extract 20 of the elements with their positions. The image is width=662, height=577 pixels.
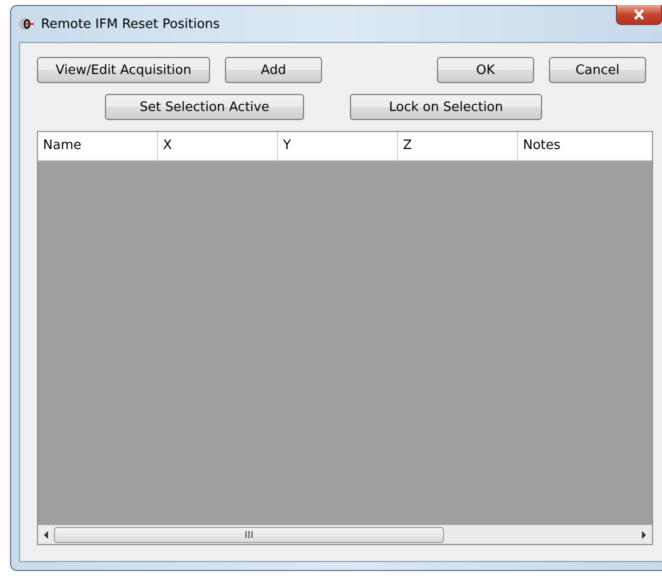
dialog-button[interactable]: Lock on Selection xyxy=(350,94,542,120)
column-header[interactable]: Notes xyxy=(518,132,652,161)
window-title: Remote IFM Reset Positions xyxy=(41,16,220,32)
app-icon xyxy=(19,17,35,31)
scroll-left-icon[interactable] xyxy=(42,530,50,540)
close-button[interactable] xyxy=(616,5,662,25)
dialog-button[interactable]: Cancel xyxy=(549,57,646,83)
dialog-button[interactable]: Set Selection Active xyxy=(105,94,304,120)
column-header[interactable]: X xyxy=(158,132,278,161)
grip-icon xyxy=(244,531,254,538)
column-header[interactable]: Y xyxy=(278,132,398,161)
scroll-right-icon[interactable] xyxy=(640,530,648,540)
column-header[interactable]: Name xyxy=(38,132,158,161)
horizontal-scrollbar[interactable] xyxy=(38,525,652,544)
dialog-button[interactable]: View/Edit Acquisition xyxy=(37,57,210,83)
dialog-button[interactable]: Add xyxy=(225,57,322,83)
close-icon xyxy=(633,9,645,20)
column-header[interactable]: Z xyxy=(398,132,518,161)
dialog-button[interactable]: OK xyxy=(437,57,534,83)
scrollbar-thumb[interactable] xyxy=(54,526,444,542)
